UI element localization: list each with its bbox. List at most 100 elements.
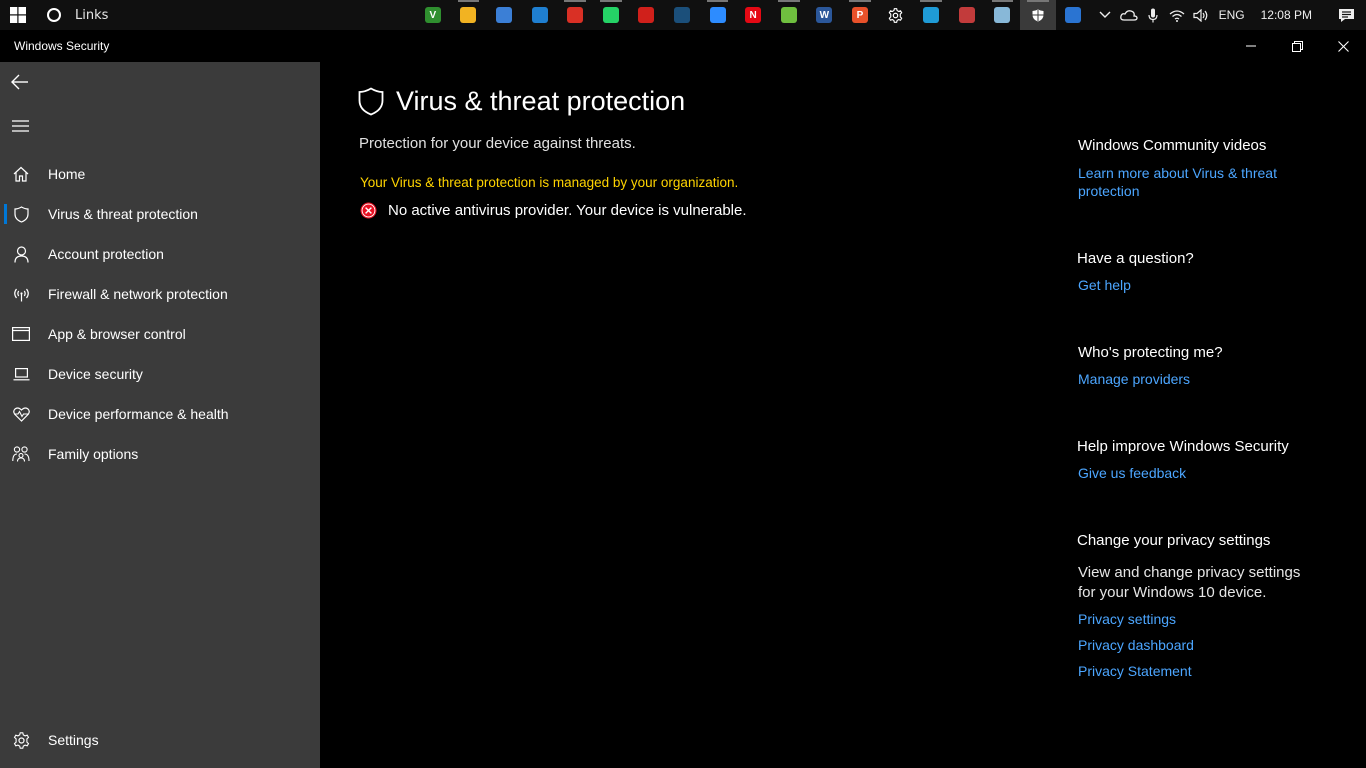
whatsapp-icon [602, 7, 619, 23]
taskbar-app-button[interactable] [522, 0, 558, 30]
notepad-icon [994, 7, 1011, 23]
privacy-dashboard-link[interactable]: Privacy dashboard [1078, 636, 1194, 654]
taskbar-app-button[interactable]: N [735, 0, 771, 30]
microphone-icon[interactable] [1141, 0, 1165, 30]
window-title: Windows Security [14, 39, 110, 53]
learn-more-link[interactable]: Learn more about Virus & threat protecti… [1078, 164, 1298, 200]
taskbar-app-button[interactable] [1056, 0, 1092, 30]
sidebar-item-app-browser-control[interactable]: App & browser control [0, 314, 320, 354]
get-help-link[interactable]: Get help [1078, 276, 1131, 294]
sidebar-item-label: Account protection [48, 246, 164, 262]
cortana-button[interactable] [36, 0, 72, 30]
back-button[interactable] [6, 66, 34, 98]
minimize-button[interactable] [1228, 30, 1274, 62]
sidebar-item-label: Home [48, 166, 86, 182]
onedrive-cloud-icon[interactable] [1117, 0, 1141, 30]
shield-icon [358, 87, 384, 116]
mail-icon [531, 7, 548, 23]
back-arrow-icon [11, 74, 28, 90]
help-improve-heading: Help improve Windows Security [1077, 438, 1289, 455]
start-button[interactable] [0, 0, 36, 30]
sidebar-item-device-performance-health[interactable]: Device performance & health [0, 394, 320, 434]
close-button[interactable] [1320, 30, 1366, 62]
acrobat-icon [638, 7, 655, 23]
taskbar-app-button[interactable] [949, 0, 985, 30]
taskbar-app-button[interactable] [878, 0, 914, 30]
title-bar: Windows Security [0, 30, 1366, 62]
system-tray: ENG 12:08 PM [1093, 0, 1366, 30]
manage-providers-link[interactable]: Manage providers [1078, 370, 1190, 388]
status-message: No active antivirus provider. Your devic… [388, 202, 747, 219]
family-icon [0, 434, 42, 474]
windows-security-icon [1029, 7, 1046, 23]
steam-icon [673, 7, 690, 23]
settings-gear-icon [887, 7, 904, 23]
sidebar-item-firewall-network-protection[interactable]: Firewall & network protection [0, 274, 320, 314]
chevron-up-icon[interactable] [1093, 0, 1117, 30]
taskbar-app-button[interactable]: P [842, 0, 878, 30]
language-indicator[interactable]: ENG [1213, 8, 1255, 22]
hamburger-icon [11, 120, 29, 132]
taskbar-app-button[interactable] [985, 0, 1021, 30]
zoom-icon [709, 7, 726, 23]
sidebar-item-label: Device performance & health [48, 406, 229, 422]
page-subtitle: Protection for your device against threa… [359, 135, 636, 152]
sidebar-item-account-protection[interactable]: Account protection [0, 234, 320, 274]
sidebar-item-label: Family options [48, 446, 139, 462]
taskbar-app-button[interactable] [913, 0, 949, 30]
gear-icon [0, 720, 42, 760]
taskbar-app-button[interactable] [451, 0, 487, 30]
sidebar-item-device-security[interactable]: Device security [0, 354, 320, 394]
restore-button[interactable] [1274, 30, 1320, 62]
volume-icon[interactable] [1189, 0, 1213, 30]
sidebar-item-label: Virus & threat protection [48, 206, 198, 222]
pdf-reader-icon: P [851, 7, 868, 23]
sidebar-item-label: Firewall & network protection [48, 286, 228, 302]
taskbar-app-button[interactable] [700, 0, 736, 30]
taskbar: Links V N W P ENG 12:08 PM [0, 0, 1366, 30]
give-feedback-link[interactable]: Give us feedback [1078, 464, 1186, 482]
taskbar-app-button[interactable] [486, 0, 522, 30]
taskbar-app-button[interactable]: W [807, 0, 843, 30]
notification-icon [1338, 8, 1354, 22]
store-icon [495, 7, 512, 23]
support-assist-icon [1065, 7, 1082, 23]
sidebar-settings-label: Settings [48, 732, 99, 748]
taskbar-app-button[interactable] [593, 0, 629, 30]
taskbar-app-button[interactable] [1020, 0, 1056, 30]
privacy-description: View and change privacy settings for you… [1078, 564, 1301, 601]
sidebar-item-label: App & browser control [48, 326, 186, 342]
sidebar-item-family-options[interactable]: Family options [0, 434, 320, 474]
clock[interactable]: 12:08 PM [1255, 8, 1326, 22]
error-circle-icon [360, 202, 377, 219]
hamburger-menu-button[interactable] [6, 110, 34, 142]
utorrent-icon [780, 7, 797, 23]
home-icon [0, 154, 42, 194]
heart-pulse-icon [0, 394, 42, 434]
sidebar-item-settings[interactable]: Settings [0, 720, 320, 760]
taskbar-app-button[interactable] [664, 0, 700, 30]
taskbar-app-button[interactable] [557, 0, 593, 30]
wifi-icon[interactable] [1165, 0, 1189, 30]
taskbar-app-button[interactable]: V [415, 0, 451, 30]
status-row: No active antivirus provider. Your devic… [360, 202, 747, 219]
close-icon [1337, 40, 1349, 52]
managed-notice: Your Virus & threat protection is manage… [360, 175, 739, 190]
privacy-settings-link[interactable]: Privacy settings [1078, 610, 1176, 628]
sidebar-item-virus-threat-protection[interactable]: Virus & threat protection [0, 194, 320, 234]
community-videos-heading: Windows Community videos [1078, 137, 1267, 154]
navigation-sidebar: Home Virus & threat protection Account p… [0, 62, 320, 768]
netflix-icon: N [745, 7, 762, 23]
laptop-icon [0, 354, 42, 394]
browser-window-icon [0, 314, 42, 354]
taskbar-app-button[interactable] [629, 0, 665, 30]
taskbar-app-button[interactable] [771, 0, 807, 30]
search-box-text[interactable]: Links [75, 8, 415, 23]
main-content: Virus & threat protection Protection for… [320, 62, 1366, 768]
notes-app-icon [958, 7, 975, 23]
action-center-button[interactable] [1326, 0, 1366, 30]
sidebar-item-home[interactable]: Home [0, 154, 320, 194]
chrome-icon [567, 7, 584, 23]
wireless-signal-icon [0, 274, 42, 314]
privacy-statement-link[interactable]: Privacy Statement [1078, 662, 1192, 680]
